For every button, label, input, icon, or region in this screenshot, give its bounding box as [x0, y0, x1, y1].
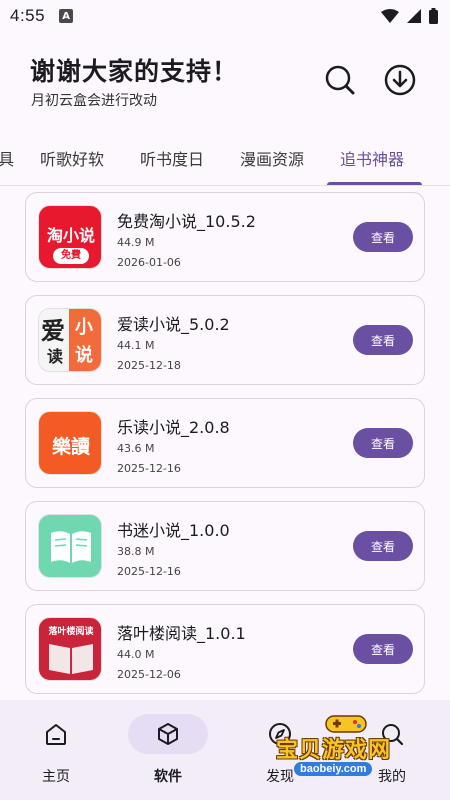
view-button[interactable]: 查看: [353, 222, 413, 252]
view-button[interactable]: 查看: [353, 634, 413, 664]
app-size: 38.8 M: [117, 545, 155, 558]
status-icons: [381, 8, 438, 24]
app-name: 免费淘小说_10.5.2: [117, 212, 256, 231]
app-icon-taoxiaoshuo: 淘小说 免費: [38, 205, 102, 269]
app-date: 2026-01-06: [117, 256, 181, 269]
home-icon: [46, 724, 66, 745]
status-time: 4:55: [10, 6, 46, 25]
app-date: 2025-12-06: [117, 668, 181, 681]
view-button[interactable]: 查看: [353, 531, 413, 561]
app-size: 43.6 M: [117, 442, 155, 455]
cube-icon: [158, 723, 178, 745]
app-date: 2025-12-16: [117, 462, 181, 475]
tab-music[interactable]: 听歌好软: [40, 146, 104, 170]
nav-label: 发现: [266, 769, 294, 785]
view-button[interactable]: 查看: [353, 428, 413, 458]
list-item[interactable]: 书迷小说_1.0.0 38.8 M 2025-12-16 查看: [25, 501, 425, 591]
list-item[interactable]: 爱 读 小 说 爱读小说_5.0.2 44.1 M 2025-12-18 查看: [25, 295, 425, 385]
tab-indicator: [327, 182, 422, 185]
tab-tools[interactable]: 具: [0, 146, 14, 170]
app-icon-aidu: 爱 读 小 说: [38, 308, 102, 372]
app-date: 2025-12-16: [117, 565, 181, 578]
nav-discover[interactable]: 发现: [240, 714, 320, 790]
nav-software[interactable]: 软件: [128, 714, 208, 790]
download-button[interactable]: [380, 60, 420, 100]
nav-label: 我的: [378, 769, 406, 785]
status-bar: 4:55 A: [0, 0, 450, 32]
app-icon-shumi: [38, 514, 102, 578]
nav-mine[interactable]: 我的: [352, 714, 432, 790]
bottom-nav: 主页 软件 发现 我的: [0, 700, 450, 800]
list-item[interactable]: 樂讀 乐读小说_2.0.8 43.6 M 2025-12-16 查看: [25, 398, 425, 488]
app-name: 爱读小说_5.0.2: [117, 315, 230, 334]
tab-audiobooks[interactable]: 听书度日: [140, 146, 204, 170]
nav-label: 主页: [42, 769, 70, 785]
search-icon: [382, 724, 404, 746]
app-name: 落叶楼阅读_1.0.1: [117, 624, 246, 643]
page-title: 谢谢大家的支持！: [30, 57, 239, 86]
nav-home[interactable]: 主页: [16, 714, 96, 790]
nav-label: 软件: [154, 769, 182, 785]
app-size: 44.0 M: [117, 648, 155, 661]
download-icon: [384, 64, 416, 96]
search-icon: [325, 65, 355, 95]
category-tabs: 具 听歌好软 听书度日 漫画资源 追书神器: [0, 138, 450, 186]
open-book-icon: [49, 644, 93, 674]
view-button[interactable]: 查看: [353, 325, 413, 355]
app-name: 乐读小说_2.0.8: [117, 418, 230, 437]
signal-icon: [407, 9, 421, 23]
notification-badge: A: [59, 9, 74, 23]
wifi-icon: [381, 9, 399, 23]
list-item[interactable]: 淘小说 免費 免费淘小说_10.5.2 44.9 M 2026-01-06 查看: [25, 192, 425, 282]
app-size: 44.9 M: [117, 236, 155, 249]
search-button[interactable]: [320, 60, 360, 100]
book-icon: [51, 531, 91, 563]
app-date: 2025-12-18: [117, 359, 181, 372]
app-size: 44.1 M: [117, 339, 155, 352]
battery-icon: [429, 8, 438, 24]
list-item[interactable]: 落叶楼阅读 落叶楼阅读_1.0.1 44.0 M 2025-12-06 查看: [25, 604, 425, 694]
compass-icon: [269, 723, 291, 745]
app-icon-ledu: 樂讀: [38, 411, 102, 475]
app-name: 书迷小说_1.0.0: [117, 521, 230, 540]
app-list: 淘小说 免費 免费淘小说_10.5.2 44.9 M 2026-01-06 查看…: [0, 187, 450, 699]
page-subtitle: 月初云盒会进行改动: [31, 93, 157, 109]
app-icon-luoyelou: 落叶楼阅读: [38, 617, 102, 681]
tab-comics[interactable]: 漫画资源: [240, 146, 304, 170]
header: 谢谢大家的支持！ 月初云盒会进行改动: [0, 32, 450, 132]
tab-novels[interactable]: 追书神器: [340, 146, 404, 170]
